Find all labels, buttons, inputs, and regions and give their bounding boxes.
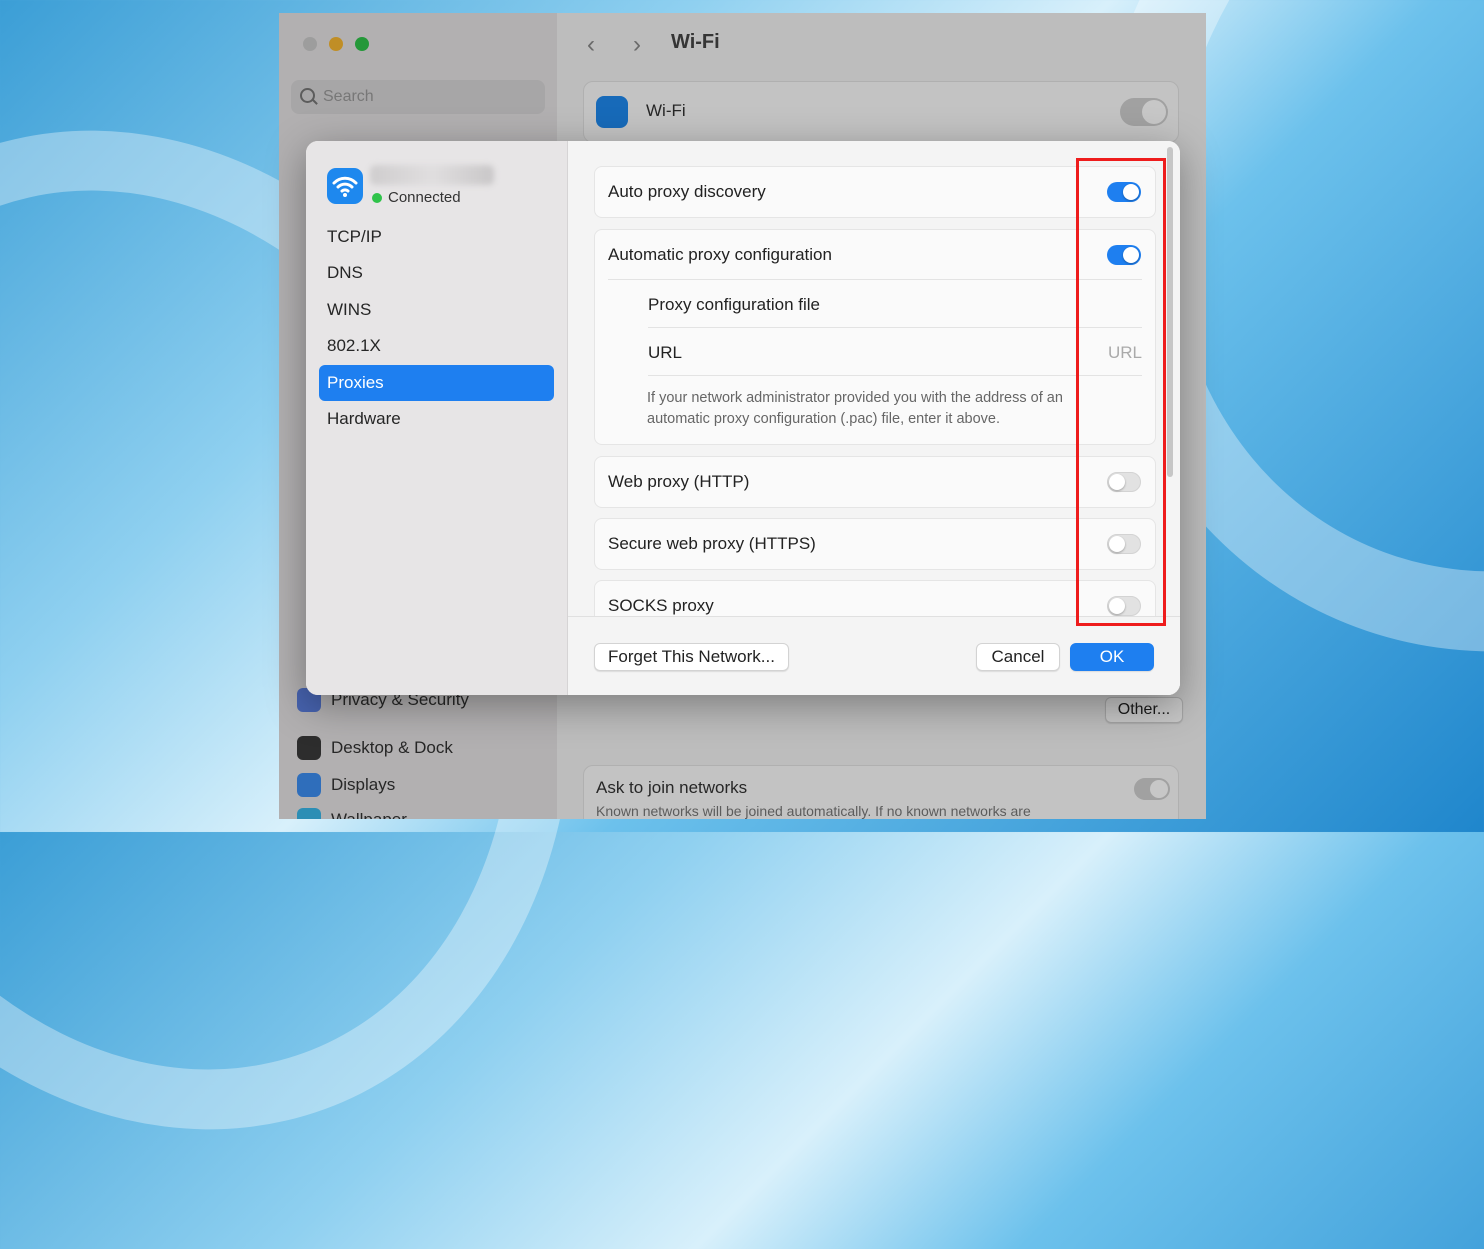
divider bbox=[648, 327, 1142, 328]
proxy-configuration-file-label: Proxy configuration file bbox=[648, 295, 820, 314]
scrollbar[interactable] bbox=[1167, 147, 1173, 477]
dialog-footer: Forget This Network... Cancel OK bbox=[568, 616, 1180, 695]
nav-hardware[interactable]: Hardware bbox=[319, 401, 554, 437]
wifi-icon bbox=[327, 168, 363, 204]
connection-status-label: Connected bbox=[388, 189, 461, 206]
forget-network-button[interactable]: Forget This Network... bbox=[594, 643, 789, 671]
socks-proxy-label: SOCKS proxy bbox=[608, 596, 714, 615]
nav-proxies[interactable]: Proxies bbox=[319, 365, 554, 401]
network-details-dialog: Connected TCP/IP DNS WINS 802.1X Proxies… bbox=[306, 141, 1180, 695]
connected-dot-icon bbox=[372, 192, 382, 203]
cancel-button[interactable]: Cancel bbox=[976, 643, 1060, 671]
secure-web-proxy-row: Secure web proxy (HTTPS) bbox=[594, 518, 1156, 570]
secure-web-proxy-label: Secure web proxy (HTTPS) bbox=[608, 534, 816, 553]
auto-proxy-discovery-label: Auto proxy discovery bbox=[608, 182, 766, 201]
divider bbox=[608, 279, 1142, 280]
nav-8021x[interactable]: 802.1X bbox=[319, 328, 554, 364]
automatic-proxy-configuration-label: Automatic proxy configuration bbox=[608, 245, 832, 264]
nav-dns[interactable]: DNS bbox=[319, 255, 554, 291]
dialog-sidebar: Connected TCP/IP DNS WINS 802.1X Proxies… bbox=[306, 141, 568, 695]
url-label: URL bbox=[648, 343, 683, 362]
network-name-redacted bbox=[370, 165, 494, 185]
nav-tcpip[interactable]: TCP/IP bbox=[319, 219, 554, 255]
divider bbox=[648, 375, 1142, 376]
connection-status: Connected bbox=[372, 189, 461, 206]
web-proxy-row: Web proxy (HTTP) bbox=[594, 456, 1156, 508]
nav-wins[interactable]: WINS bbox=[319, 292, 554, 328]
web-proxy-label: Web proxy (HTTP) bbox=[608, 472, 750, 491]
pac-help-text: If your network administrator provided y… bbox=[647, 390, 1063, 427]
toggle-highlight-box bbox=[1076, 158, 1166, 626]
auto-proxy-discovery-row: Auto proxy discovery bbox=[594, 166, 1156, 218]
ok-button[interactable]: OK bbox=[1070, 643, 1154, 671]
